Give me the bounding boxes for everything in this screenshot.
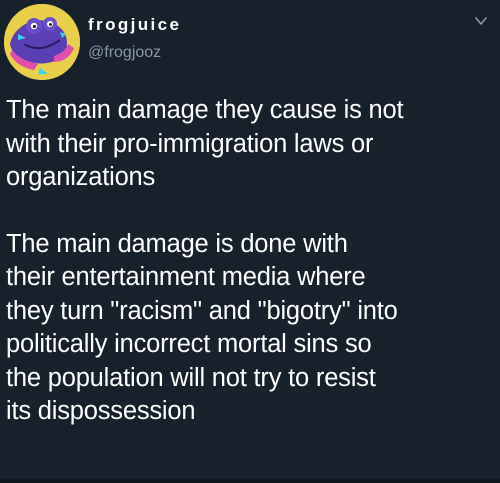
avatar[interactable] [4, 4, 80, 80]
chevron-down-icon[interactable] [474, 14, 488, 28]
display-name[interactable]: frogjuice [88, 14, 181, 36]
tweet-text: The main damage they cause is not with t… [6, 94, 494, 429]
user-handle[interactable]: @frogjooz [88, 42, 181, 64]
tweet-paragraph: The main damage is done with their enter… [6, 229, 398, 426]
tweet-paragraph: The main damage they cause is not with t… [6, 96, 404, 191]
author-names: frogjuice @frogjooz [88, 14, 181, 64]
tweet-card: frogjuice @frogjooz The main damage they… [0, 0, 500, 483]
frog-avatar-icon [4, 4, 80, 80]
tweet-header: frogjuice @frogjooz [4, 4, 494, 80]
divider [0, 479, 500, 483]
